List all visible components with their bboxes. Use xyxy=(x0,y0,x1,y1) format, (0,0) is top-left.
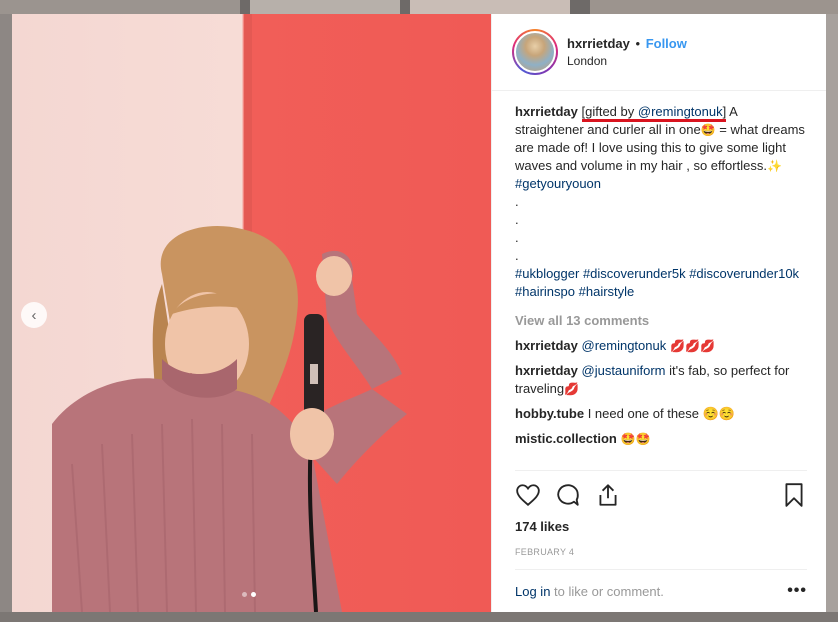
post-side-panel: hxrrietday • Follow London hxrrietday [g… xyxy=(491,14,826,612)
caption-dot-line: . xyxy=(515,230,519,245)
comments-section: hxrrietday [gifted by @remingtonuk] A st… xyxy=(492,91,827,469)
star-eyes-emoji: 🤩🤩 xyxy=(620,432,651,446)
hashtag-hairstyle[interactable]: #hairstyle xyxy=(579,284,635,299)
heart-icon[interactable] xyxy=(515,482,541,508)
view-all-comments-link[interactable]: View all 13 comments xyxy=(515,312,807,330)
post-modal: ‹ hxrrietday • Follow London hxrrietday xyxy=(12,14,826,612)
login-footer: Log in to like or comment. ••• xyxy=(515,569,807,612)
share-icon[interactable] xyxy=(595,482,621,508)
comment-username[interactable]: hobby.tube xyxy=(515,406,584,421)
comment-item: hobby.tube I need one of these ☺️☺️ xyxy=(515,405,807,423)
carousel-dot xyxy=(242,592,247,597)
login-link[interactable]: Log in xyxy=(515,584,550,599)
comment-item: mistic.collection 🤩🤩 xyxy=(515,430,807,448)
lips-emoji: 💋 xyxy=(564,382,580,396)
lips-emoji: 💋💋💋 xyxy=(666,339,715,353)
carousel-indicator xyxy=(242,592,256,597)
comment-item: hxrrietday @justauniform it's fab, so pe… xyxy=(515,362,807,398)
comment-username[interactable]: mistic.collection xyxy=(515,431,617,446)
carousel-dot-active xyxy=(251,592,256,597)
bookmark-icon[interactable] xyxy=(781,482,807,508)
follow-button[interactable]: Follow xyxy=(646,36,687,51)
caption: hxrrietday [gifted by @remingtonuk] A st… xyxy=(515,103,807,301)
comment-mention[interactable]: @remingtonuk xyxy=(582,338,667,353)
carousel-prev-button[interactable]: ‹ xyxy=(21,302,47,328)
gifted-open-text: [gifted by xyxy=(581,104,638,119)
comment-username[interactable]: hxrrietday xyxy=(515,363,578,378)
hashtag-ukblogger[interactable]: #ukblogger xyxy=(515,266,579,281)
hashtag-hairinspo[interactable]: #hairinspo xyxy=(515,284,575,299)
gifted-note: [gifted by @remingtonuk] xyxy=(581,104,727,122)
caption-username[interactable]: hxrrietday xyxy=(515,104,578,119)
location-link[interactable]: London xyxy=(567,54,687,68)
hashtag-discoverunder10k[interactable]: #discoverunder10k xyxy=(689,266,799,281)
likes-count[interactable]: 174 likes xyxy=(515,519,807,534)
post-photo[interactable]: ‹ xyxy=(12,14,491,612)
hashtag-getyouryouon[interactable]: #getyouryouon xyxy=(515,176,601,191)
caption-dot-line: . xyxy=(515,194,519,209)
star-eyes-emoji: 🤩 xyxy=(700,123,716,137)
login-prompt-text: to like or comment. xyxy=(550,583,664,599)
comment-mention[interactable]: @justauniform xyxy=(582,363,666,378)
comment-text: I need one of these ☺️☺️ xyxy=(584,406,736,421)
comment-icon[interactable] xyxy=(555,482,581,508)
chevron-left-icon: ‹ xyxy=(31,306,37,324)
separator-bullet: • xyxy=(635,36,641,51)
caption-dot-line: . xyxy=(515,212,519,227)
hashtag-discoverunder5k[interactable]: #discoverunder5k xyxy=(583,266,686,281)
caption-dot-line: . xyxy=(515,248,519,263)
comment-item: hxrrietday @remingtonuk 💋💋💋 xyxy=(515,337,807,355)
sparkle-emoji: ✨ xyxy=(766,159,782,173)
more-options-button[interactable]: ••• xyxy=(787,582,807,600)
post-header: hxrrietday • Follow London xyxy=(492,14,826,91)
comment-username[interactable]: hxrrietday xyxy=(515,338,578,353)
photo-illustration xyxy=(52,226,407,612)
post-date: FEBRUARY 4 xyxy=(515,547,575,557)
header-username[interactable]: hxrrietday xyxy=(567,36,630,51)
gifted-close-text: ] xyxy=(722,104,727,119)
gifted-mention[interactable]: @remingtonuk xyxy=(638,104,723,119)
action-bar xyxy=(515,471,807,519)
avatar[interactable] xyxy=(512,29,558,75)
actions-area: 174 likes FEBRUARY 4 xyxy=(515,470,807,557)
